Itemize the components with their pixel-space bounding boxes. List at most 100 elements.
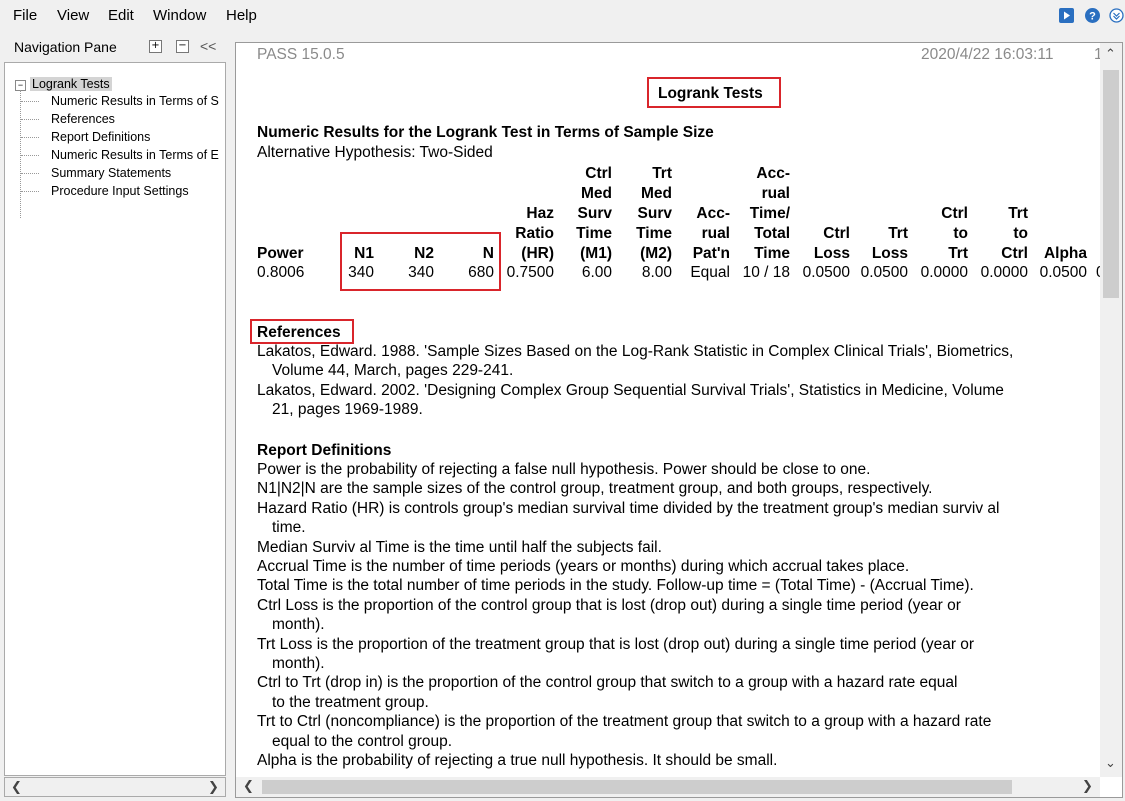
cell-accrual-pattern: Equal	[690, 264, 730, 281]
definition-entry: Trt to Ctrl (noncompliance) is the propo…	[257, 712, 1097, 751]
definition-entry: Alpha is the probability of rejecting a …	[257, 751, 1097, 770]
header-line: (M2)	[640, 245, 672, 262]
col-header-ctrl-med-surv: Ctrl Med Surv Time (M1)	[576, 164, 612, 264]
menu-view[interactable]: View	[57, 7, 89, 24]
vertical-scroll-thumb[interactable]	[1103, 70, 1119, 298]
nav-pane-title: Navigation Pane	[14, 39, 117, 55]
definition-entry: Accrual Time is the number of time perio…	[257, 557, 1097, 576]
navigation-pane: Navigation Pane + − << − Logrank Tests N…	[4, 36, 226, 798]
tree-item-numeric-results-effect[interactable]: Numeric Results in Terms of E	[51, 148, 219, 162]
definition-entry: Median Surviv al Time is the time until …	[257, 538, 1097, 557]
header-line: Time	[636, 225, 672, 242]
header-line: Trt	[888, 225, 908, 242]
col-header-accrual-pattern: Acc-rual Pat'n	[693, 204, 730, 264]
definition-entry: N1|N2|N are the sample sizes of the cont…	[257, 479, 1097, 498]
menu-file[interactable]: File	[13, 7, 37, 24]
tree-connector	[21, 173, 39, 174]
menu-help[interactable]: Help	[226, 7, 257, 24]
collapse-all-icon[interactable]: −	[176, 40, 189, 53]
header-line: Time/	[749, 205, 790, 222]
tree-item-summary-statements[interactable]: Summary Statements	[51, 166, 171, 180]
col-header-ctrl-to-trt: Ctrl to Trt	[941, 204, 968, 264]
tree-item-references[interactable]: References	[51, 112, 115, 126]
tree-item-logrank-tests[interactable]: Logrank Tests	[30, 77, 112, 91]
header-line: to	[953, 225, 968, 242]
header-line: Haz	[526, 205, 554, 222]
definition-entry-line: Power is the probability of rejecting a …	[257, 461, 871, 478]
cell-ctrl-to-trt: 0.0000	[920, 264, 968, 281]
header-line: Surv	[577, 205, 612, 222]
scroll-right-icon[interactable]: ❯	[1082, 779, 1093, 794]
menu-edit[interactable]: Edit	[108, 7, 134, 24]
header-line: Med	[641, 185, 672, 202]
header-line: (HR)	[521, 245, 554, 262]
tree-connector	[21, 137, 39, 138]
header-line: Ctrl	[585, 165, 612, 182]
header-line: Power	[257, 245, 304, 262]
references-list: Lakatos, Edward. 1988. 'Sample Sizes Bas…	[257, 342, 1097, 420]
scroll-up-icon[interactable]: ⌃	[1105, 47, 1116, 62]
scroll-right-icon[interactable]: ❯	[208, 780, 219, 795]
tree-item-procedure-input-settings[interactable]: Procedure Input Settings	[51, 184, 189, 198]
header-line: Acc-	[696, 205, 730, 222]
col-header-accrual-time-total: Acc-rual Time/Total Time	[750, 164, 790, 264]
reference-entry-line: Volume 44, March, pages 229-241.	[272, 362, 514, 380]
reference-entry-line: 21, pages 1969-1989.	[272, 401, 423, 419]
definition-entry-line: Trt to Ctrl (noncompliance) is the propo…	[257, 713, 992, 731]
cell-ctrl-med-surv: 6.00	[581, 264, 612, 281]
tree-line	[20, 90, 21, 218]
play-icon[interactable]	[1059, 8, 1074, 23]
definition-entry-line: to the treatment group.	[272, 693, 429, 711]
tree-item-numeric-results-sample-size[interactable]: Numeric Results in Terms of S	[51, 94, 219, 108]
header-line: Loss	[871, 245, 908, 262]
tree-connector	[21, 191, 39, 192]
section-title: Numeric Results for the Logrank Test in …	[257, 124, 714, 141]
cell-trt-to-ctrl: 0.0000	[980, 264, 1028, 281]
cell-accrual-total-time: 10 / 18	[742, 264, 790, 281]
header-line: Ctrl	[1001, 245, 1028, 262]
header-line: Loss	[813, 245, 850, 262]
header-line: Pat'n	[692, 245, 730, 262]
header-line: Time	[576, 225, 612, 242]
expand-all-icon[interactable]: +	[149, 40, 162, 53]
report-viewer: PASS 15.0.5 2020/4/22 16:03:11 1 Logrank…	[235, 42, 1123, 798]
header-line: Ctrl	[823, 225, 850, 242]
menu-window[interactable]: Window	[153, 7, 206, 24]
col-header-alpha: Alpha	[1044, 244, 1087, 264]
help-icon[interactable]: ?	[1085, 8, 1100, 23]
references-title: References	[257, 324, 341, 341]
horizontal-scroll-thumb[interactable]	[262, 780, 1012, 794]
highlight-box	[340, 232, 501, 291]
definition-entry: Hazard Ratio (HR) is controls group's me…	[257, 499, 1097, 538]
scroll-down-icon[interactable]: ⌄	[1105, 756, 1116, 771]
definition-entry-line: Total Time is the total number of time p…	[257, 577, 974, 595]
alt-hypothesis: Alternative Hypothesis: Two-Sided	[257, 144, 493, 161]
header-line: Ratio	[515, 225, 554, 242]
header-line: (M1)	[580, 245, 612, 262]
col-header-trt-to-ctrl: Trt to Ctrl	[1001, 204, 1028, 264]
definition-entry-line: Median Surviv al Time is the time until …	[257, 538, 662, 556]
definition-entry-line: month).	[272, 655, 325, 673]
tree-item-report-definitions[interactable]: Report Definitions	[51, 130, 150, 144]
definition-entry: Trt Loss is the proportion of the treatm…	[257, 635, 1097, 674]
scroll-left-icon[interactable]: ❮	[243, 779, 254, 794]
cell-trt-med-surv: 8.00	[641, 264, 672, 281]
definition-entry-line: Ctrl Loss is the proportion of the contr…	[257, 596, 961, 614]
collapse-icon[interactable]	[1109, 8, 1124, 23]
reference-entry: Lakatos, Edward. 2002. 'Designing Comple…	[257, 381, 1097, 420]
menu-bar: File View Edit Window Help ?	[0, 0, 1125, 32]
nav-horizontal-scrollbar[interactable]: ❮ ❯	[4, 777, 226, 797]
report-horizontal-scrollbar[interactable]: ❮ ❯	[236, 777, 1100, 797]
col-header-ctrl-loss: Ctrl Loss	[814, 224, 850, 264]
report-vertical-scrollbar[interactable]: ⌃ ⌄	[1100, 43, 1122, 777]
col-header-trt-med-surv: Trt Med Surv Time (M2)	[636, 164, 672, 264]
header-line: Surv	[637, 205, 672, 222]
collapse-pane-button[interactable]: <<	[200, 38, 216, 54]
definitions-title: Report Definitions	[257, 442, 392, 459]
scroll-left-icon[interactable]: ❮	[11, 780, 22, 795]
header-line: Acc-	[756, 165, 790, 182]
header-line: Ctrl	[941, 205, 968, 222]
app-version: PASS 15.0.5	[257, 46, 345, 63]
definition-entry: Total Time is the total number of time p…	[257, 576, 1097, 595]
col-header-hazard-ratio: Haz Ratio (HR)	[515, 204, 554, 264]
